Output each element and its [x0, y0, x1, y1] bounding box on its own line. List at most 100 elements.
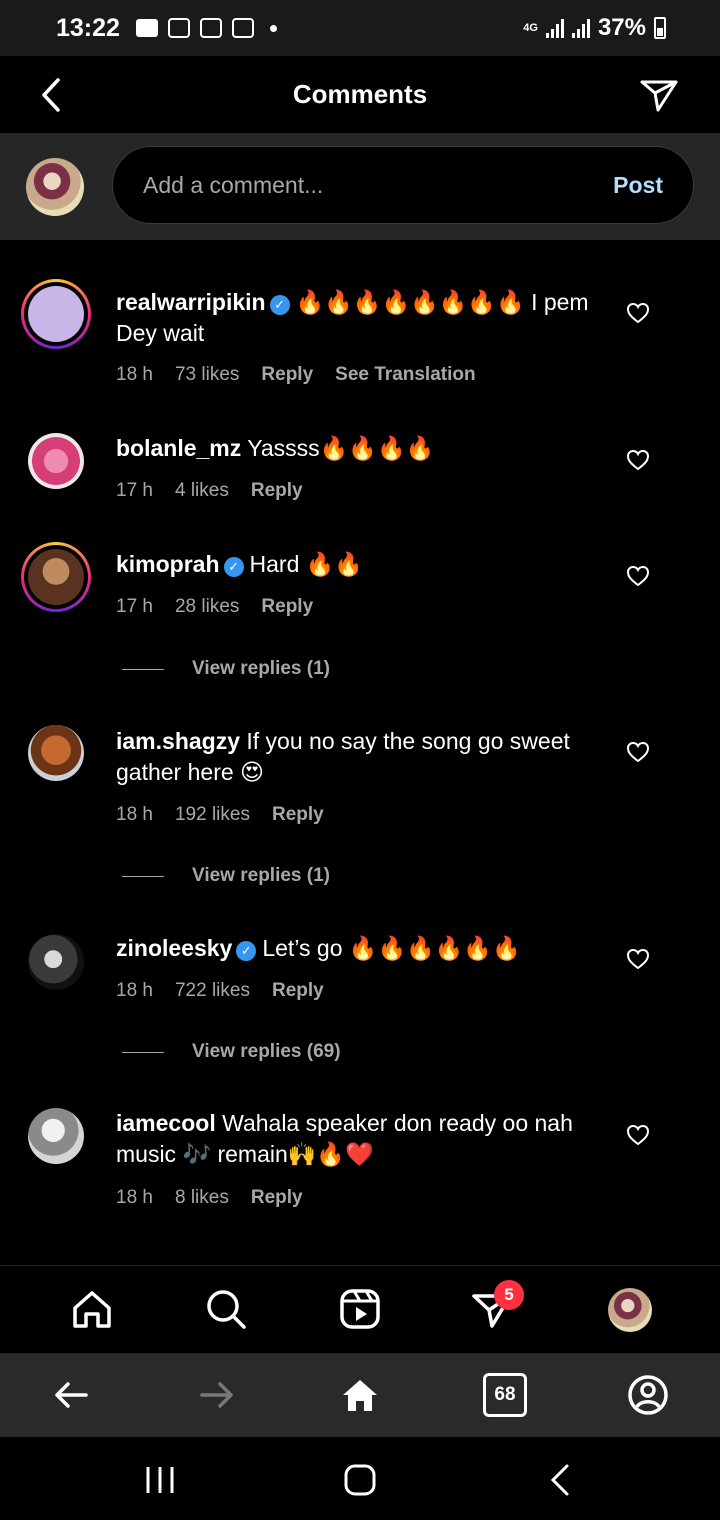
- comment-username[interactable]: iamecool: [116, 1110, 216, 1136]
- story-ring[interactable]: [21, 542, 91, 612]
- verified-badge-icon: ✓: [269, 295, 290, 315]
- view-replies-button[interactable]: View replies (1): [122, 658, 330, 680]
- comment-time: 17 h: [116, 480, 153, 501]
- comment-meta: 18 h 73 likes Reply See Translation: [116, 364, 476, 386]
- search-icon[interactable]: [203, 1286, 249, 1332]
- comment-likes[interactable]: 4 likes: [175, 480, 229, 502]
- verified-badge-icon: ✓: [223, 557, 244, 577]
- like-heart-icon[interactable]: [626, 302, 650, 324]
- comment-time: 18 h: [116, 804, 153, 825]
- comment-likes[interactable]: 73 likes: [175, 364, 239, 386]
- comment-text: Hard 🔥🔥: [249, 551, 364, 577]
- battery-level: 37%: [597, 14, 646, 41]
- avatar[interactable]: [28, 934, 84, 990]
- more-notifications-dot: [269, 24, 277, 32]
- like-heart-icon[interactable]: [626, 1124, 650, 1146]
- comment-username[interactable]: zinoleesky: [116, 935, 232, 961]
- signal-icon-2: [571, 18, 590, 38]
- reply-button[interactable]: Reply: [261, 364, 313, 386]
- view-replies-button[interactable]: View replies (69): [122, 1041, 341, 1063]
- comment-username[interactable]: bolanle_mz: [116, 435, 241, 461]
- like-heart-icon[interactable]: [626, 741, 650, 763]
- comments-header: Comments: [0, 56, 720, 134]
- avatar: [28, 549, 84, 605]
- view-replies-label: View replies (1): [192, 658, 330, 679]
- share-icon[interactable]: [638, 74, 680, 116]
- browser-tabs-icon[interactable]: 68: [483, 1373, 527, 1417]
- mail-notification-icon-2: [231, 18, 254, 38]
- replies-divider: [122, 668, 164, 670]
- system-navigation-bar: [0, 1437, 720, 1520]
- avatar: [28, 286, 84, 342]
- reels-icon[interactable]: [337, 1286, 383, 1332]
- comment-meta: 17 h 4 likes Reply: [116, 480, 303, 502]
- avatar[interactable]: [28, 1108, 84, 1164]
- notification-badge: 5: [494, 1280, 524, 1310]
- comment-time: 18 h: [116, 364, 153, 385]
- system-home-icon[interactable]: [343, 1463, 377, 1497]
- like-heart-icon[interactable]: [626, 449, 650, 471]
- comment-likes[interactable]: 8 likes: [175, 1187, 229, 1209]
- avatar[interactable]: [28, 725, 84, 781]
- recent-apps-icon[interactable]: [144, 1465, 176, 1495]
- comment-list[interactable]: realwarripikin ✓ 🔥🔥🔥🔥🔥🔥🔥🔥 I pem Dey wait 1…: [0, 240, 720, 1265]
- network-type: 4G: [523, 21, 538, 34]
- comment-composer: Add a comment... Post: [0, 134, 720, 240]
- reply-button[interactable]: Reply: [251, 480, 303, 502]
- comment-likes[interactable]: 722 likes: [175, 980, 250, 1002]
- replies-divider: [122, 875, 164, 877]
- comment-meta: 18 h 722 likes Reply: [116, 980, 324, 1002]
- post-button[interactable]: Post: [613, 172, 663, 199]
- comment-meta: 18 h 192 likes Reply: [116, 804, 324, 826]
- comment-body: zinoleesky ✓ Let’s go 🔥🔥🔥🔥🔥🔥: [116, 933, 606, 964]
- status-time: 13:22: [56, 13, 120, 42]
- page-title: Comments: [292, 79, 428, 109]
- replies-divider: [122, 1051, 164, 1053]
- comment-time: 18 h: [116, 980, 153, 1001]
- comment-time: 17 h: [116, 596, 153, 617]
- comment-body: realwarripikin ✓ 🔥🔥🔥🔥🔥🔥🔥🔥 I pem Dey wait: [116, 287, 606, 349]
- comment-body: iamecool Wahala speaker don ready oo nah…: [116, 1108, 606, 1170]
- comment-input[interactable]: Add a comment... Post: [112, 146, 694, 224]
- browser-home-icon[interactable]: [338, 1373, 382, 1417]
- reply-button[interactable]: Reply: [272, 980, 324, 1002]
- comment-body: bolanle_mz Yassss🔥🔥🔥🔥: [116, 433, 606, 464]
- reply-button[interactable]: Reply: [272, 804, 324, 826]
- signal-icon: [545, 18, 564, 38]
- comment-username[interactable]: iam.shagzy: [116, 728, 240, 754]
- system-back-icon[interactable]: [548, 1463, 572, 1497]
- view-replies-button[interactable]: View replies (1): [122, 865, 330, 887]
- comment-meta: 17 h 28 likes Reply: [116, 596, 313, 618]
- see-translation-button[interactable]: See Translation: [335, 364, 475, 386]
- browser-forward-icon[interactable]: [194, 1373, 238, 1417]
- tabs-count: 68: [494, 1384, 516, 1405]
- back-icon[interactable]: [36, 76, 66, 114]
- message-icon: [135, 19, 158, 37]
- view-replies-label: View replies (69): [192, 1041, 341, 1062]
- comment-username[interactable]: kimoprah: [116, 551, 220, 577]
- comment-text: Yassss🔥🔥🔥🔥: [247, 435, 435, 461]
- profile-avatar[interactable]: [608, 1288, 652, 1332]
- account-icon[interactable]: [626, 1373, 670, 1417]
- comment-username[interactable]: realwarripikin: [116, 289, 266, 315]
- comment-meta: 18 h 8 likes Reply: [116, 1187, 303, 1209]
- battery-icon: [654, 17, 666, 39]
- reply-button[interactable]: Reply: [261, 596, 313, 618]
- comment-body: kimoprah ✓ Hard 🔥🔥: [116, 549, 606, 580]
- reply-button[interactable]: Reply: [251, 1187, 303, 1209]
- comment-placeholder: Add a comment...: [143, 171, 324, 198]
- mail-notification-icon: [199, 18, 222, 38]
- browser-back-icon[interactable]: [50, 1373, 94, 1417]
- home-icon[interactable]: [69, 1286, 115, 1332]
- comment-text: Let’s go 🔥🔥🔥🔥🔥🔥: [262, 935, 521, 961]
- bottom-tab-bar: 5: [0, 1265, 720, 1353]
- story-ring[interactable]: [21, 279, 91, 349]
- comment-likes[interactable]: 192 likes: [175, 804, 250, 826]
- avatar: [26, 158, 84, 216]
- comment-likes[interactable]: 28 likes: [175, 596, 239, 618]
- like-heart-icon[interactable]: [626, 948, 650, 970]
- browser-toolbar: 68: [0, 1353, 720, 1437]
- like-heart-icon[interactable]: [626, 565, 650, 587]
- avatar[interactable]: [28, 433, 84, 489]
- status-bar: 13:22 4G 37%: [0, 0, 720, 56]
